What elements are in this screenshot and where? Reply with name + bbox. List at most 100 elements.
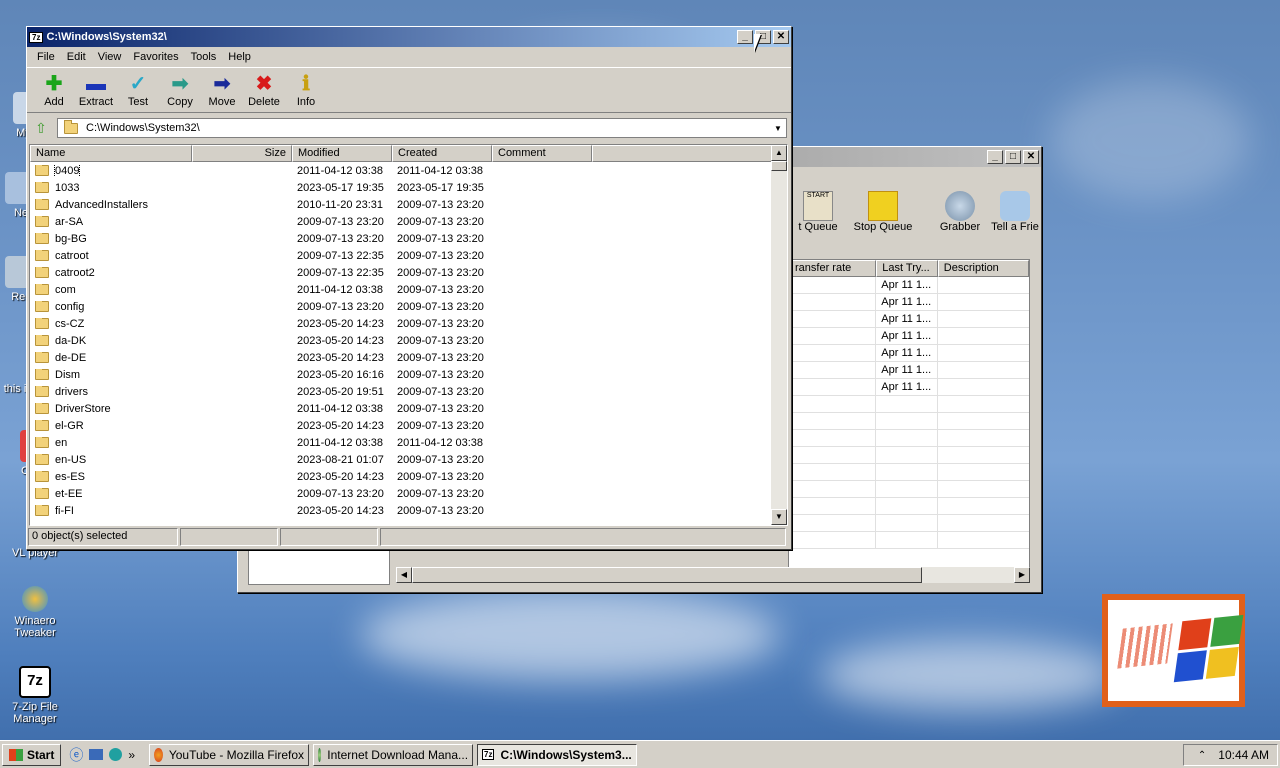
table-row[interactable]: es-ES 2023-05-20 14:23 2009-07-13 23:20 <box>30 468 787 485</box>
menu-edit[interactable]: Edit <box>61 51 92 63</box>
clock[interactable]: 10:44 AM <box>1218 748 1269 762</box>
toolbar-delete-button[interactable]: ✖ Delete <box>243 72 285 108</box>
table-row[interactable]: el-GR 2023-05-20 14:23 2009-07-13 23:20 <box>30 417 787 434</box>
folder-icon <box>35 300 49 313</box>
7zip-titlebar[interactable]: 7z C:\Windows\System32\ _ □ ✕ <box>27 27 791 47</box>
start-button[interactable]: Start <box>2 743 62 766</box>
cell-last-try: Apr 11 1... <box>876 310 938 328</box>
task-firefox[interactable]: YouTube - Mozilla Firefox <box>149 743 310 766</box>
scroll-right-button[interactable]: ▶ <box>1014 567 1030 583</box>
menu-tools[interactable]: Tools <box>185 51 223 63</box>
minimize-button[interactable]: _ <box>987 150 1003 164</box>
close-button[interactable]: ✕ <box>773 30 789 44</box>
close-button[interactable]: ✕ <box>1023 150 1039 164</box>
toolbar-test-button[interactable]: ✓ Test <box>117 72 159 108</box>
table-row[interactable]: DriverStore 2011-04-12 03:38 2009-07-13 23… <box>30 400 787 417</box>
scroll-thumb[interactable] <box>771 161 787 171</box>
table-row[interactable]: com 2011-04-12 03:38 2009-07-13 23:20 <box>30 281 787 298</box>
scroll-up-button[interactable]: ▲ <box>771 145 787 161</box>
menu-help[interactable]: Help <box>222 51 257 63</box>
table-row[interactable] <box>789 412 1029 430</box>
scroll-down-button[interactable]: ▼ <box>771 509 787 525</box>
cell-created: 2009-07-13 23:20 <box>397 334 484 347</box>
table-row[interactable]: da-DK 2023-05-20 14:23 2009-07-13 23:20 <box>30 332 787 349</box>
task-idm[interactable]: Internet Download Mana... <box>313 743 474 766</box>
scroll-thumb[interactable] <box>412 567 922 583</box>
table-row[interactable]: Apr 11 1... <box>789 344 1029 362</box>
menu-file[interactable]: File <box>31 51 61 63</box>
table-row[interactable] <box>789 446 1029 464</box>
address-dropdown-button[interactable]: ▼ <box>770 124 786 133</box>
table-row[interactable]: bg-BG 2009-07-13 23:20 2009-07-13 23:20 <box>30 230 787 247</box>
table-row[interactable]: ar-SA 2009-07-13 23:20 2009-07-13 23:20 <box>30 213 787 230</box>
menu-favorites[interactable]: Favorites <box>127 51 184 63</box>
table-row[interactable]: de-DE 2023-05-20 14:23 2009-07-13 23:20 <box>30 349 787 366</box>
column-header-comment[interactable]: Comment <box>492 145 592 162</box>
file-list[interactable]: Name Size Modified Created Comment 0409 2… <box>29 144 788 526</box>
table-row[interactable]: Apr 11 1... <box>789 293 1029 311</box>
table-row[interactable]: en 2011-04-12 03:38 2011-04-12 03:38 <box>30 434 787 451</box>
table-row[interactable]: et-EE 2009-07-13 23:20 2009-07-13 23:20 <box>30 485 787 502</box>
task-7zip[interactable]: 7z C:\Windows\System3... <box>477 743 638 766</box>
menu-view[interactable]: View <box>92 51 128 63</box>
table-row[interactable]: cs-CZ 2023-05-20 14:23 2009-07-13 23:20 <box>30 315 787 332</box>
table-row[interactable]: fi-FI 2023-05-20 14:23 2009-07-13 23:20 <box>30 502 787 519</box>
column-header-description[interactable]: Description <box>937 260 1029 277</box>
cell-name: bg-BG <box>30 232 192 245</box>
column-header-transfer-rate[interactable]: ransfer rate <box>789 260 877 277</box>
table-row[interactable]: config 2009-07-13 23:20 2009-07-13 23:20 <box>30 298 787 315</box>
toolbar-copy-button[interactable]: ➡ Copy <box>159 72 201 108</box>
file-name: bg-BG <box>55 232 87 245</box>
table-row[interactable] <box>789 531 1029 549</box>
table-row[interactable] <box>789 514 1029 532</box>
desktop-icon-7zip[interactable]: 7z 7-Zip File Manager <box>0 666 70 725</box>
table-row[interactable]: Apr 11 1... <box>789 276 1029 294</box>
up-folder-button[interactable]: ⇧ <box>31 118 51 138</box>
column-header-modified[interactable]: Modified <box>292 145 392 162</box>
toolbar-extract-button[interactable]: ▬ Extract <box>75 72 117 108</box>
media-icon[interactable] <box>109 748 123 761</box>
table-row[interactable]: AdvancedInstallers 2010-11-20 23:31 2009-0… <box>30 196 787 213</box>
vertical-scrollbar[interactable]: ▲ ▼ <box>771 145 787 525</box>
folder-icon <box>35 283 49 296</box>
column-header-size[interactable]: Size <box>192 145 292 162</box>
table-row[interactable]: catroot 2009-07-13 22:35 2009-07-13 23:20 <box>30 247 787 264</box>
minimize-button[interactable]: _ <box>737 30 753 44</box>
table-row[interactable] <box>789 480 1029 498</box>
table-row[interactable] <box>789 463 1029 481</box>
scroll-left-button[interactable]: ◀ <box>396 567 412 583</box>
column-header-last-try[interactable]: Last Try... <box>876 260 938 277</box>
table-row[interactable] <box>789 395 1029 413</box>
column-header-name[interactable]: Name <box>30 145 192 162</box>
address-bar[interactable]: C:\Windows\System32\ ▼ <box>57 118 787 138</box>
table-row[interactable]: 1033 2023-05-17 19:35 2023-05-17 19:35 <box>30 179 787 196</box>
tray-expand-icon[interactable]: ⌃ <box>1198 750 1206 761</box>
table-row[interactable]: drivers 2023-05-20 19:51 2009-07-13 23:20 <box>30 383 787 400</box>
idm-grabber-button[interactable]: Grabber <box>930 191 990 251</box>
table-row[interactable]: Apr 11 1... <box>789 327 1029 345</box>
copy-icon: ➡ <box>171 73 189 95</box>
chevron-icon[interactable]: » <box>128 748 135 762</box>
idm-tell-friend-button[interactable]: Tell a Frie <box>990 191 1040 251</box>
table-row[interactable]: 0409 2011-04-12 03:38 2011-04-12 03:38 <box>30 162 787 179</box>
idm-stop-queue-button[interactable]: Stop Queue <box>848 191 918 251</box>
column-header-created[interactable]: Created <box>392 145 492 162</box>
idm-download-list[interactable]: ransfer rate Last Try... Description Apr… <box>788 259 1030 569</box>
toolbar-move-button[interactable]: ➡ Move <box>201 72 243 108</box>
table-row[interactable] <box>789 497 1029 515</box>
table-row[interactable]: Dism 2023-05-20 16:16 2009-07-13 23:20 <box>30 366 787 383</box>
toolbar-info-button[interactable]: ℹ Info <box>285 72 327 108</box>
maximize-button[interactable]: □ <box>1005 150 1021 164</box>
table-row[interactable]: Apr 11 1... <box>789 361 1029 379</box>
table-row[interactable] <box>789 429 1029 447</box>
table-row[interactable]: Apr 11 1... <box>789 378 1029 396</box>
idm-hscroll[interactable]: ◀ ▶ <box>396 567 1030 583</box>
desktop-icon-winaero[interactable]: Winaero Tweaker <box>0 586 70 639</box>
table-row[interactable]: catroot2 2009-07-13 22:35 2009-07-13 23:20 <box>30 264 787 281</box>
table-row[interactable]: en-US 2023-08-21 01:07 2009-07-13 23:20 <box>30 451 787 468</box>
desktop-icon[interactable] <box>89 749 104 760</box>
ie-icon[interactable]: ⓔ <box>69 745 83 765</box>
idm-start-queue-button[interactable]: START t Queue <box>788 191 848 251</box>
table-row[interactable]: Apr 11 1... <box>789 310 1029 328</box>
toolbar-add-button[interactable]: ✚ Add <box>33 72 75 108</box>
